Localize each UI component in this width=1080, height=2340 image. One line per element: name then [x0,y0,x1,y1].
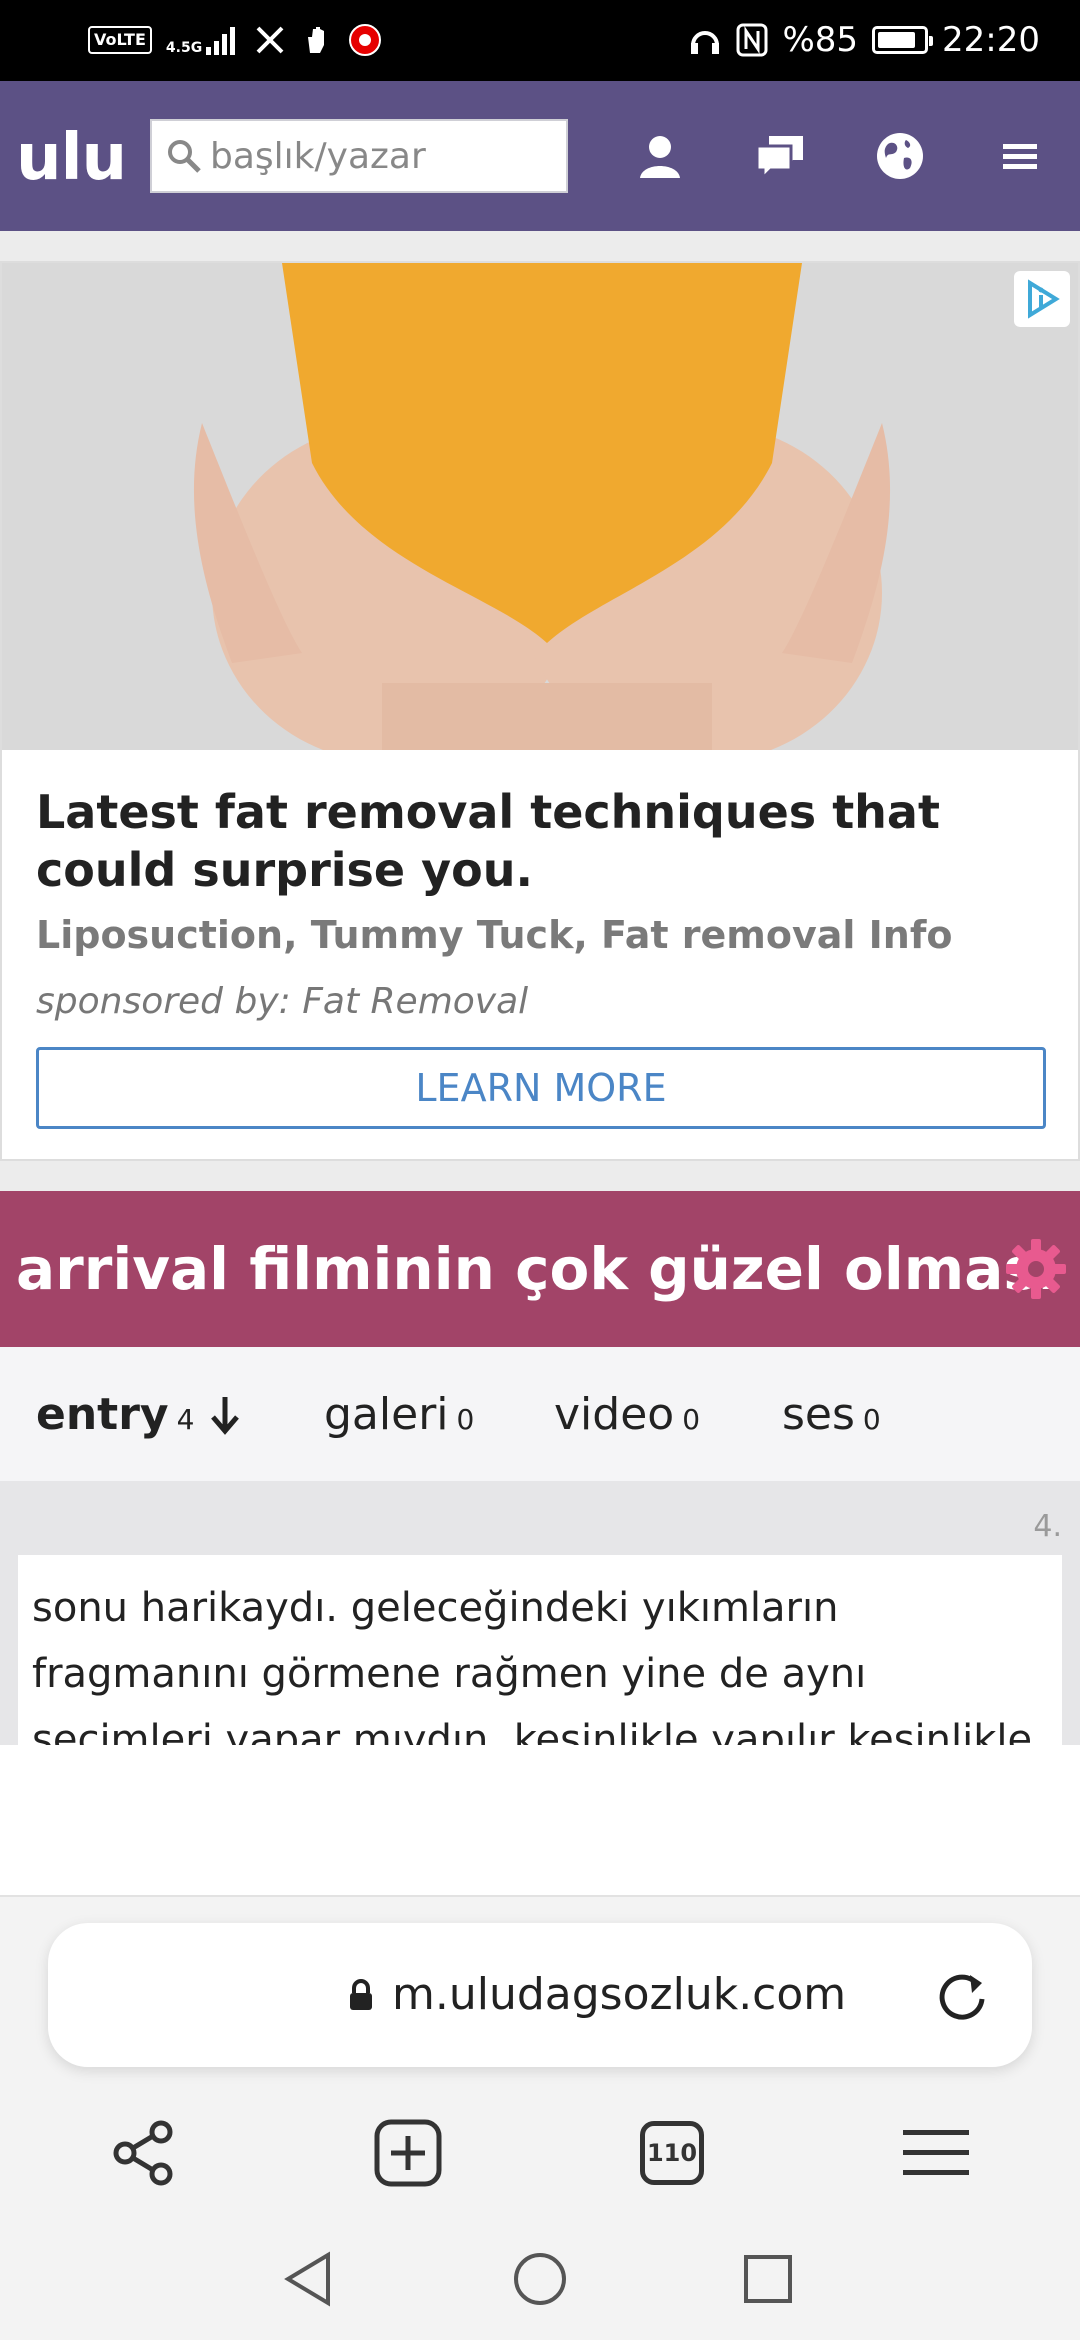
arrow-down-icon[interactable] [208,1395,242,1435]
recents-icon[interactable] [738,2249,798,2309]
entry-text: sonu harikaydı. geleceğindeki yıkımların… [18,1555,1062,1745]
spacer [0,1161,1080,1191]
share-icon[interactable] [106,2115,182,2191]
user-icon[interactable] [625,121,695,191]
x-icon [256,26,284,54]
advertisement[interactable]: Latest fat removal techniques that could… [0,261,1080,1161]
topic-header: arrival filminin çok güzel olması [0,1191,1080,1347]
new-tab-icon[interactable] [370,2115,446,2191]
tab-count: 0 [682,1403,701,1436]
hand-icon [308,27,325,53]
search-icon [168,140,201,173]
tabs-button[interactable]: 110 [634,2115,710,2191]
tab-video[interactable]: video 0 [554,1389,700,1440]
network-type: 4.5G [165,40,203,56]
tab-label: ses [782,1389,855,1440]
status-bar: VoLTE 4.5G %85 22:20 [0,0,1080,81]
home-icon[interactable] [510,2249,570,2309]
search-input[interactable] [210,135,550,177]
tab-label: entry [36,1389,169,1440]
globe-icon[interactable] [865,121,935,191]
adchoices-icon[interactable] [1014,271,1070,327]
ad-title[interactable]: Latest fat removal techniques that could… [36,783,1046,899]
address-bar[interactable]: m.uludagsozluk.com [48,1923,1032,2067]
tab-count: 0 [456,1403,475,1436]
tab-entry[interactable]: entry 4 [36,1389,242,1440]
signal-icon: 4.5G [166,25,240,55]
browser-menu-icon[interactable] [898,2115,974,2191]
entry-number[interactable]: 4. [1033,1509,1062,1544]
battery-icon [872,26,934,54]
spacer [0,231,1080,261]
site-header: ulu [0,81,1080,231]
ad-image[interactable] [2,263,1078,750]
browser-toolbar: m.uludagsozluk.com 110 [0,1895,1080,2340]
tab-ses[interactable]: ses 0 [782,1389,881,1440]
tab-galeri[interactable]: galeri 0 [324,1389,474,1440]
learn-more-button[interactable]: LEARN MORE [36,1047,1046,1129]
tab-label: galeri [324,1389,449,1440]
tab-count: 4 [176,1403,195,1436]
site-logo[interactable]: ulu [16,121,127,195]
gear-icon[interactable] [1004,1237,1068,1301]
url-text[interactable]: m.uludagsozluk.com [392,1969,846,2020]
entry-list: 4. sonu harikaydı. geleceğindeki yıkımla… [0,1481,1080,1745]
tab-count: 110 [640,2121,704,2185]
reload-icon[interactable] [932,1967,992,2027]
blank-area [0,1745,1080,1895]
tab-count: 0 [862,1403,881,1436]
ad-subtitle: Liposuction, Tummy Tuck, Fat removal Inf… [36,913,953,957]
topic-title[interactable]: arrival filminin çok güzel olması [16,1235,1058,1303]
content-tabs: entry 4 galeri 0 video 0 ses 0 [0,1347,1080,1481]
nfc-icon [736,23,768,57]
battery-percent: %85 [782,20,859,60]
tab-label: video [554,1389,675,1440]
menu-icon[interactable] [985,121,1055,191]
clock: 22:20 [942,20,1040,60]
ad-sponsor: sponsored by: Fat Removal [36,981,529,1022]
vodafone-icon [349,24,382,56]
headphones-icon [691,31,720,54]
lock-icon [350,1978,372,2010]
battery-level [878,32,916,48]
search-box[interactable] [150,119,568,193]
back-icon[interactable] [280,2249,340,2309]
volte-indicator: VoLTE [88,26,152,54]
messages-icon[interactable] [745,121,815,191]
